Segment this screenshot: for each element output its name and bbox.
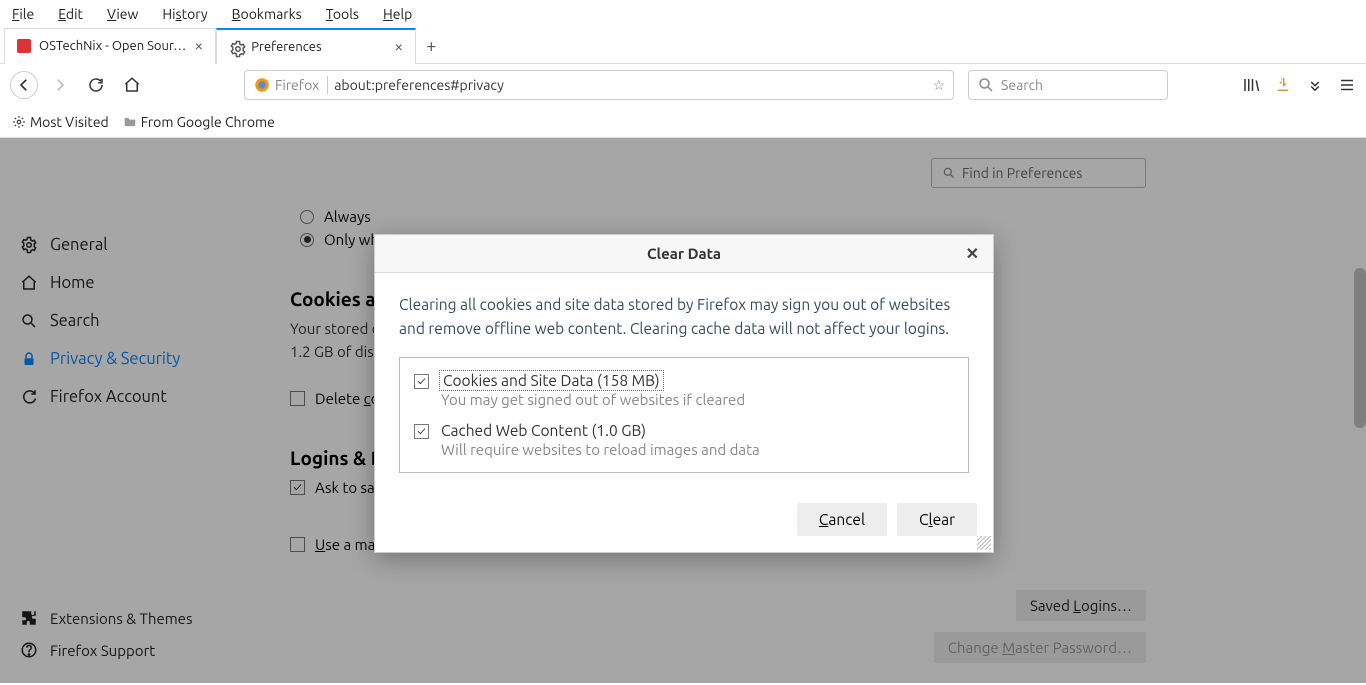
bookmarks-bar: Most Visited From Google Chrome [0,106,1366,138]
menu-bar: File Edit View History Bookmarks Tools H… [0,0,1366,28]
folder-icon [123,115,137,129]
reload-button[interactable] [82,71,110,99]
bookmark-label: From Google Chrome [141,114,275,130]
checkbox-icon [414,374,429,389]
dialog-intro: Clearing all cookies and site data store… [399,293,969,341]
overflow-icon[interactable] [1306,76,1324,94]
cancel-button[interactable]: Cancel [797,503,887,536]
dialog-title-text: Clear Data [647,245,721,262]
option-hint: You may get signed out of websites if cl… [441,391,745,408]
tab-preferences[interactable]: Preferences × [216,28,416,64]
search-placeholder: Search [1001,77,1043,93]
hamburger-icon[interactable] [1338,76,1356,94]
bookmark-star-icon[interactable]: ☆ [932,77,945,94]
tab-title: OSTechNix - Open Sour… [39,39,186,53]
bookmark-label: Most Visited [30,114,109,130]
home-button[interactable] [118,71,146,99]
dialog-titlebar: Clear Data ✕ [375,235,993,273]
download-icon[interactable] [1274,76,1292,94]
menu-help[interactable]: Help [383,6,412,22]
menu-tools[interactable]: Tools [326,6,359,22]
option-cookies[interactable]: Cookies and Site Data (158 MB) You may g… [414,372,954,408]
option-hint: Will require websites to reload images a… [441,441,760,458]
close-icon[interactable]: × [394,38,403,56]
back-button[interactable] [10,71,38,99]
close-icon[interactable]: × [194,37,203,55]
url-text: about:preferences#privacy [334,77,926,93]
close-icon[interactable]: ✕ [966,244,979,263]
favicon-ostechnix [17,39,31,53]
bookmark-most-visited[interactable]: Most Visited [12,114,109,130]
identity-box[interactable]: Firefox [253,76,328,94]
menu-bookmarks[interactable]: Bookmarks [232,6,302,22]
menu-file[interactable]: File [12,6,34,22]
checkbox-icon [414,424,429,439]
forward-button[interactable] [46,71,74,99]
gear-icon [229,40,243,54]
tab-ostechnix[interactable]: OSTechNix - Open Sour… × [4,28,216,64]
identity-label: Firefox [275,77,319,93]
firefox-icon [253,76,271,94]
tab-strip: OSTechNix - Open Sour… × Preferences × + [0,28,1366,64]
new-tab-button[interactable]: + [426,36,436,56]
option-label: Cookies and Site Data (158 MB) [441,372,662,389]
url-bar[interactable]: Firefox about:preferences#privacy ☆ [244,70,954,100]
library-icon[interactable] [1242,76,1260,94]
search-bar[interactable]: Search [968,70,1168,100]
content-area: General Home Search Privacy & Security F… [0,138,1366,683]
menu-edit[interactable]: Edit [58,6,83,22]
clear-data-dialog: Clear Data ✕ Clearing all cookies and si… [374,234,994,553]
bookmark-folder-chrome[interactable]: From Google Chrome [123,114,275,130]
gear-icon [12,115,26,129]
search-icon [977,76,995,94]
option-cache[interactable]: Cached Web Content (1.0 GB) Will require… [414,422,954,458]
menu-view[interactable]: View [107,6,138,22]
menu-history[interactable]: History [162,6,207,22]
tab-title: Preferences [251,40,386,54]
nav-toolbar: Firefox about:preferences#privacy ☆ Sear… [0,64,1366,106]
dialog-options: Cookies and Site Data (158 MB) You may g… [399,357,969,473]
clear-button[interactable]: Clear [897,503,977,536]
resize-grip[interactable] [977,536,991,550]
option-label: Cached Web Content (1.0 GB) [441,422,760,439]
